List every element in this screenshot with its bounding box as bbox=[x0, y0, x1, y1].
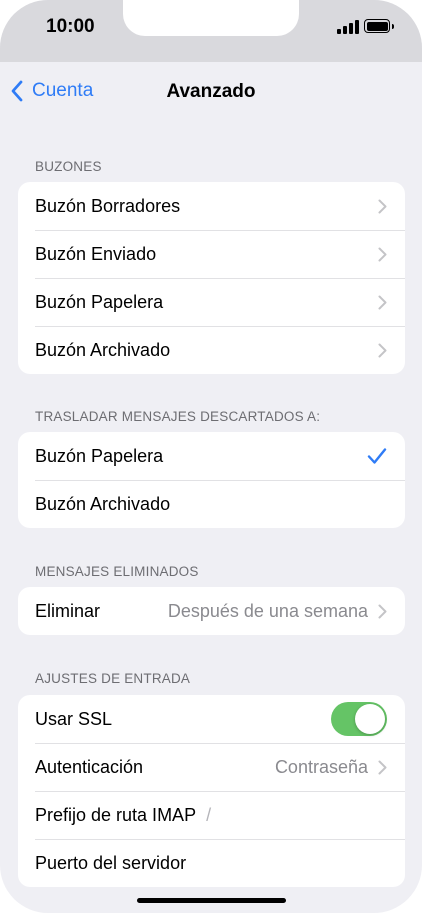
chevron-right-icon bbox=[378, 295, 387, 309]
authentication-value: Contraseña bbox=[274, 756, 368, 777]
status-bar: 10:00 bbox=[0, 0, 422, 62]
battery-icon bbox=[364, 19, 394, 33]
row-label: Usar SSL bbox=[35, 708, 113, 729]
row-label: Buzón Archivado bbox=[35, 339, 171, 360]
use-ssl-toggle[interactable] bbox=[331, 702, 387, 736]
row-label: Buzón Archivado bbox=[35, 493, 171, 514]
chevron-right-icon bbox=[378, 247, 387, 261]
chevron-right-icon bbox=[378, 604, 387, 618]
chevron-right-icon bbox=[378, 199, 387, 213]
move-to-archive-option[interactable]: Buzón Archivado bbox=[18, 480, 405, 528]
row-label: Buzón Enviado bbox=[35, 243, 157, 264]
mailbox-trash-row[interactable]: Buzón Papelera bbox=[18, 278, 405, 326]
chevron-right-icon bbox=[378, 760, 387, 774]
checkmark-icon bbox=[367, 448, 387, 464]
row-label: Buzón Papelera bbox=[35, 291, 164, 312]
cellular-signal-icon bbox=[337, 20, 361, 34]
mailbox-drafts-row[interactable]: Buzón Borradores bbox=[18, 182, 405, 230]
imap-prefix-row[interactable]: Prefijo de ruta IMAP / bbox=[18, 791, 405, 839]
imap-prefix-input[interactable]: / bbox=[206, 805, 211, 826]
row-label: Buzón Papelera bbox=[35, 445, 164, 466]
row-label: Autenticación bbox=[35, 756, 144, 777]
toggle-knob bbox=[355, 704, 385, 734]
status-time: 10:00 bbox=[46, 16, 95, 37]
notch bbox=[123, 0, 299, 36]
mailbox-sent-row[interactable]: Buzón Enviado bbox=[18, 230, 405, 278]
delete-after-row[interactable]: Eliminar Después de una semana bbox=[18, 587, 405, 635]
use-ssl-row: Usar SSL bbox=[18, 695, 405, 743]
section-header-deleted-messages: MENSAJES ELIMINADOS bbox=[35, 564, 199, 579]
mailbox-archive-row[interactable]: Buzón Archivado bbox=[18, 326, 405, 374]
home-indicator[interactable] bbox=[137, 898, 286, 903]
server-port-row[interactable]: Puerto del servidor bbox=[18, 839, 405, 887]
incoming-settings-group: Usar SSL Autenticación Contraseña Prefij… bbox=[18, 695, 405, 887]
move-discarded-group: Buzón Papelera Buzón Archivado bbox=[18, 432, 405, 528]
mailboxes-group: Buzón Borradores Buzón Enviado Buzón Pap… bbox=[18, 182, 405, 374]
row-label: Puerto del servidor bbox=[35, 852, 187, 873]
row-label: Prefijo de ruta IMAP bbox=[35, 804, 197, 825]
section-header-mailboxes: BUZONES bbox=[35, 159, 102, 174]
row-label: Eliminar bbox=[35, 600, 101, 621]
delete-after-value: Después de una semana bbox=[167, 600, 368, 621]
navigation-bar: Cuenta Avanzado bbox=[0, 62, 422, 122]
move-to-trash-option[interactable]: Buzón Papelera bbox=[18, 432, 405, 480]
page-title: Avanzado bbox=[166, 81, 256, 102]
row-label: Buzón Borradores bbox=[35, 195, 181, 216]
chevron-right-icon bbox=[378, 343, 387, 357]
phone-screen: 10:00 Cuenta Avanzado BUZONES Buzón Borr… bbox=[0, 0, 422, 913]
authentication-row[interactable]: Autenticación Contraseña bbox=[18, 743, 405, 791]
section-header-incoming-settings: AJUSTES DE ENTRADA bbox=[35, 671, 191, 686]
deleted-messages-group: Eliminar Después de una semana bbox=[18, 587, 405, 635]
section-header-move-discarded: TRASLADAR MENSAJES DESCARTADOS A: bbox=[35, 409, 321, 424]
